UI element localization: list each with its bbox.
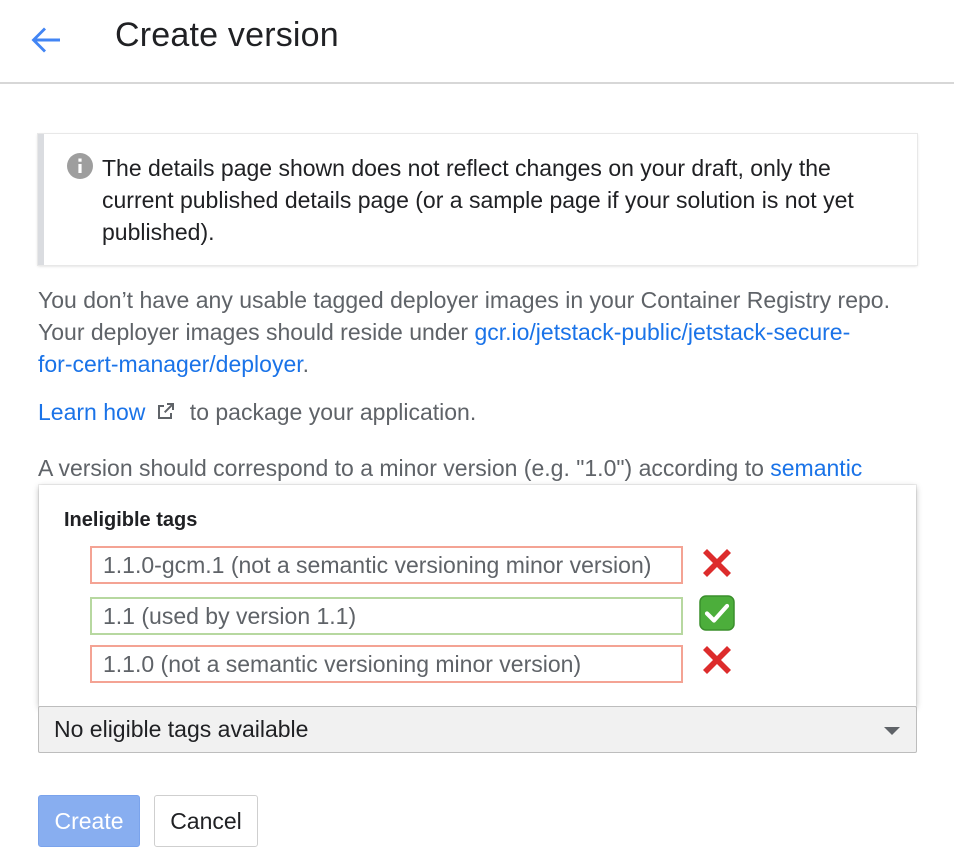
registry-notice-line3: for-cert-manager/deployer. — [38, 348, 309, 380]
red-x-icon — [703, 549, 731, 577]
dropdown-caret-icon — [884, 727, 900, 735]
learn-how-suffix: to package your application. — [183, 399, 477, 425]
tag-item[interactable]: 1.1.0 (not a semantic versioning minor v… — [90, 645, 683, 683]
ineligible-tags-popup: Ineligible tags 1.1.0-gcm.1 (not a seman… — [39, 485, 916, 706]
page-title: Create version — [115, 16, 339, 54]
registry-notice-line2: Your deployer images should reside under… — [38, 316, 850, 348]
create-button[interactable]: Create — [38, 795, 140, 847]
draft-info-banner: The details page shown does not reflect … — [38, 134, 917, 265]
info-icon — [67, 153, 93, 179]
tag-select-value: No eligible tags available — [54, 716, 309, 742]
page-header: Create version — [0, 0, 954, 84]
registry-notice-suffix: . — [302, 351, 310, 377]
info-banner-text: The details page shown does not reflect … — [102, 155, 854, 245]
tag-select[interactable]: No eligible tags available — [38, 706, 917, 753]
version-hint: A version should correspond to a minor v… — [38, 452, 862, 484]
tag-item[interactable]: 1.1.0-gcm.1 (not a semantic versioning m… — [90, 546, 683, 584]
learn-how-link[interactable]: Learn how — [38, 399, 145, 425]
registry-notice-prefix: Your deployer images should reside under — [38, 319, 475, 345]
semantic-versioning-link[interactable]: semantic — [770, 455, 862, 481]
version-hint-text: A version should correspond to a minor v… — [38, 455, 771, 481]
cancel-button[interactable]: Cancel — [154, 795, 258, 847]
registry-notice-line1: You don’t have any usable tagged deploye… — [38, 287, 890, 313]
external-link-icon[interactable] — [155, 400, 177, 422]
red-x-icon — [703, 646, 731, 674]
green-check-icon — [699, 595, 735, 631]
popup-title: Ineligible tags — [64, 509, 198, 531]
learn-how-line: Learn how to package your application. — [38, 396, 476, 428]
deployer-path-link[interactable]: gcr.io/jetstack-public/jetstack-secure- — [474, 319, 850, 345]
arrow-back-icon[interactable] — [26, 20, 66, 60]
deployer-path-link-continued[interactable]: for-cert-manager/deployer — [38, 351, 303, 377]
tag-item[interactable]: 1.1 (used by version 1.1) — [90, 597, 683, 635]
